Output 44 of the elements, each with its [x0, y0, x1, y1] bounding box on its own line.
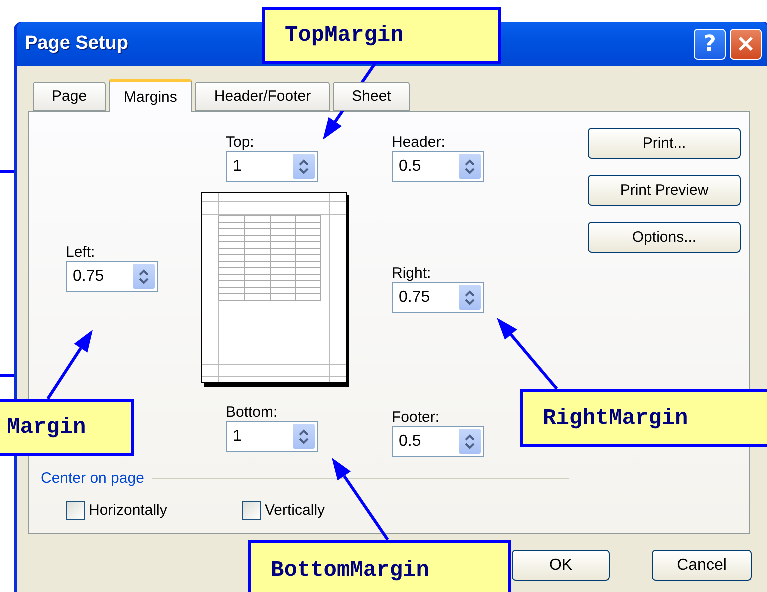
field-label: Top:	[226, 134, 256, 151]
callout-arrow	[46, 330, 93, 400]
callout-arrow	[497, 318, 558, 390]
leader-line	[0, 374, 14, 378]
tab[interactable]: Page	[33, 82, 106, 111]
field-label: Header:	[392, 134, 446, 151]
dialog-button[interactable]: OK	[512, 550, 610, 581]
spin-field[interactable]: 0.75	[66, 261, 158, 292]
dialog-button[interactable]: Cancel	[652, 550, 752, 581]
group-title: Center on page	[41, 470, 144, 487]
callout-label: BottomMargin	[248, 540, 511, 592]
leader-line	[0, 170, 14, 174]
spin-field[interactable]: 1	[226, 151, 318, 182]
checkbox-label: Horizontally	[89, 502, 168, 519]
tab[interactable]: Sheet	[333, 82, 410, 111]
spin-buttons-icon[interactable]	[459, 429, 481, 454]
side-button[interactable]: Print...	[588, 128, 741, 159]
window-title: Page Setup	[25, 33, 128, 55]
spin-buttons-icon[interactable]	[293, 424, 315, 449]
checkbox-label: Vertically	[265, 502, 326, 519]
side-button[interactable]: Options...	[588, 222, 741, 253]
spin-field[interactable]: 0.5	[392, 426, 484, 457]
field-label: Left:	[66, 244, 96, 261]
field-label: Right:	[392, 265, 432, 282]
field-label: Footer:	[392, 409, 441, 426]
checkbox[interactable]	[66, 501, 85, 520]
tab[interactable]: Header/Footer	[195, 82, 330, 111]
side-button[interactable]: Print Preview	[588, 175, 741, 206]
spin-buttons-icon[interactable]	[459, 154, 481, 179]
checkbox[interactable]	[242, 501, 261, 520]
field-label: Bottom:	[226, 404, 279, 421]
spin-field[interactable]: 0.5	[392, 151, 484, 182]
callout-label: RightMargin	[520, 389, 767, 447]
spin-buttons-icon[interactable]	[459, 285, 481, 310]
tab[interactable]: Margins	[109, 79, 192, 112]
callout-label: Margin	[0, 399, 134, 456]
spin-buttons-icon[interactable]	[293, 154, 315, 179]
close-icon[interactable]	[737, 35, 755, 53]
callout-label: TopMargin	[262, 7, 501, 64]
close-button[interactable]	[730, 28, 762, 60]
spin-field[interactable]: 0.75	[392, 282, 484, 313]
help-button[interactable]: ?	[694, 28, 726, 60]
spin-field[interactable]: 1	[226, 421, 318, 452]
spin-buttons-icon[interactable]	[133, 264, 155, 289]
